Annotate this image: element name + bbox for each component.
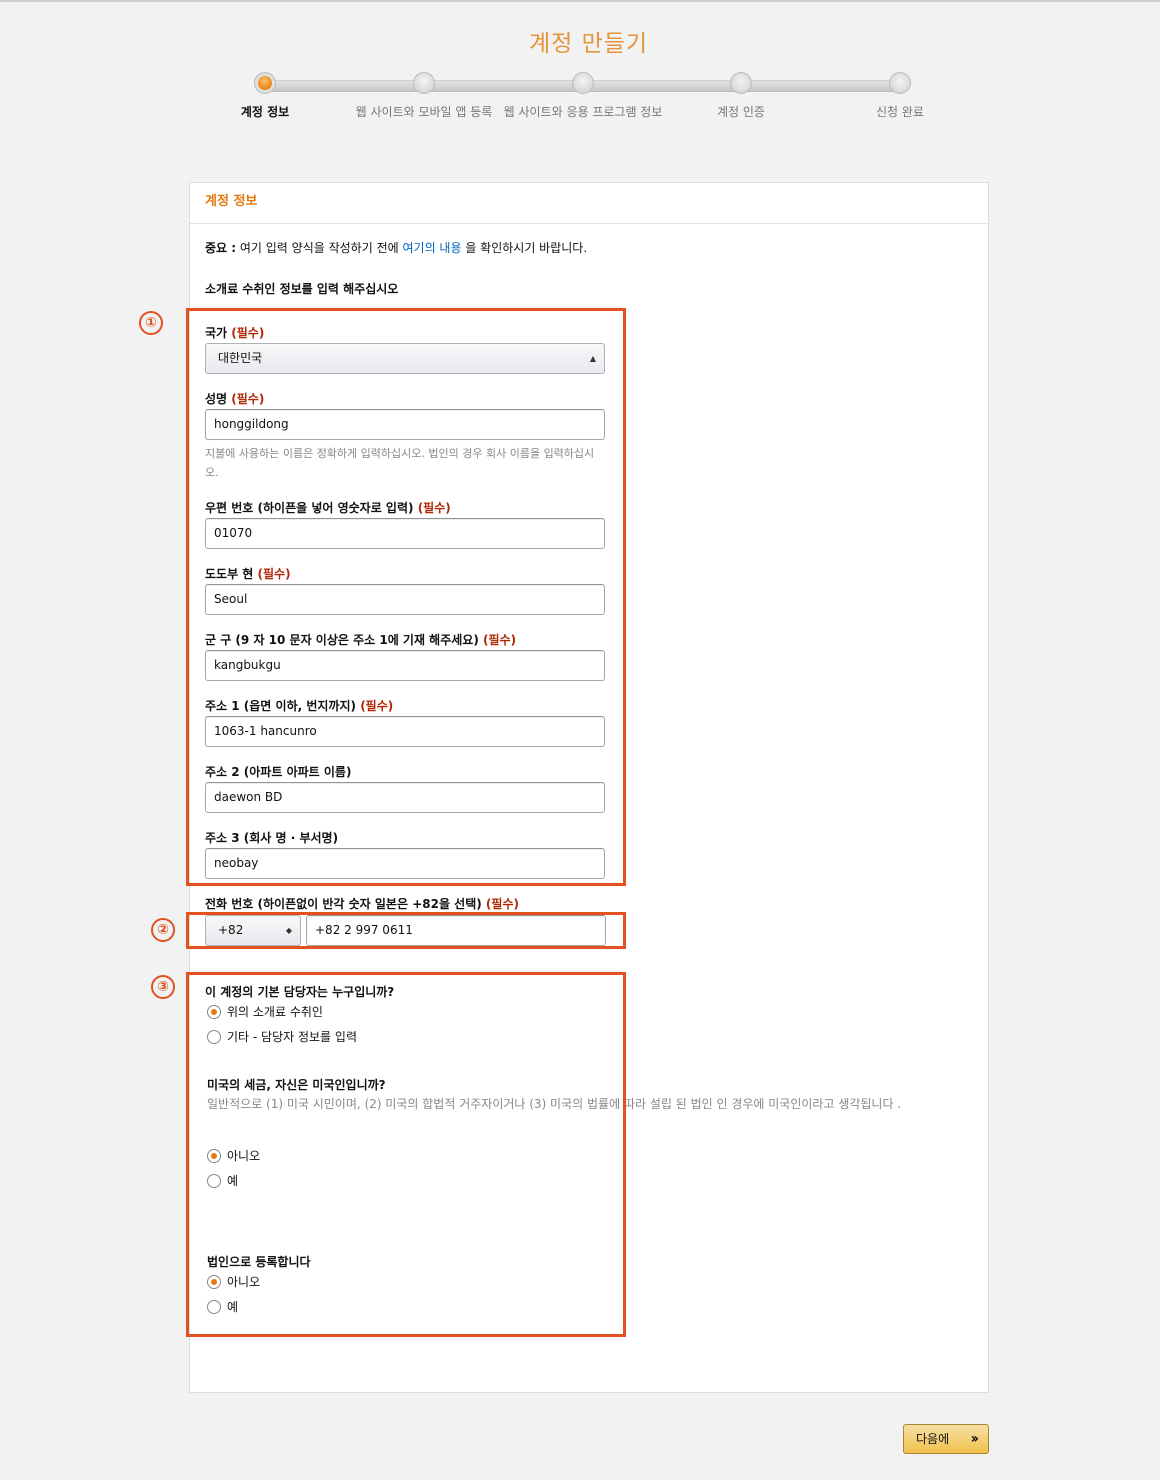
section-heading: 소개료 수취인 정보를 입력 해주십시오	[205, 282, 399, 296]
annotation-number-3: ③	[151, 975, 175, 999]
notice-text-2: 을 확인하시기 바랍니다.	[461, 241, 588, 255]
progress-stepper: 계정 정보 웹 사이트와 모바일 앱 등록 웹 사이트와 응용 프로그램 정보 …	[0, 72, 1160, 152]
next-button[interactable]: 다음에 ››	[903, 1424, 989, 1454]
annotation-number-2: ②	[151, 918, 175, 942]
notice-prefix: 중요 :	[205, 241, 237, 255]
step-label-account-info: 계정 정보	[240, 105, 290, 119]
step-dot-3	[572, 72, 594, 94]
step-dot-2	[413, 72, 435, 94]
notice-link[interactable]: 여기의 내용	[402, 241, 461, 255]
double-chevron-right-icon: ››	[970, 1431, 978, 1447]
annotation-number-1: ①	[139, 311, 163, 335]
step-label-verification: 계정 인증	[717, 105, 765, 119]
panel-header: 계정 정보	[190, 183, 988, 224]
step-label-website-app: 웹 사이트와 모바일 앱 등록	[355, 105, 493, 119]
annotation-box-2	[186, 912, 626, 949]
notice-text: 중요 : 여기 입력 양식을 작성하기 전에 여기의 내용 을 확인하시기 바랍…	[205, 239, 587, 256]
notice-text-1: 여기 입력 양식을 작성하기 전에	[236, 241, 403, 255]
annotation-box-3	[186, 972, 626, 1337]
page-title: 계정 만들기	[528, 31, 649, 57]
phone-label: 전화 번호 (하이픈없이 반각 숫자 일본은 +82을 선택) (필수)	[205, 897, 519, 911]
step-dot-4	[730, 72, 752, 94]
step-dot-1	[254, 72, 276, 94]
next-button-label: 다음에	[916, 1432, 950, 1446]
step-dot-5	[889, 72, 911, 94]
step-label-website-info: 웹 사이트와 응용 프로그램 정보	[503, 105, 663, 119]
step-label-complete: 신청 완료	[876, 105, 924, 119]
annotation-box-1	[186, 308, 626, 886]
